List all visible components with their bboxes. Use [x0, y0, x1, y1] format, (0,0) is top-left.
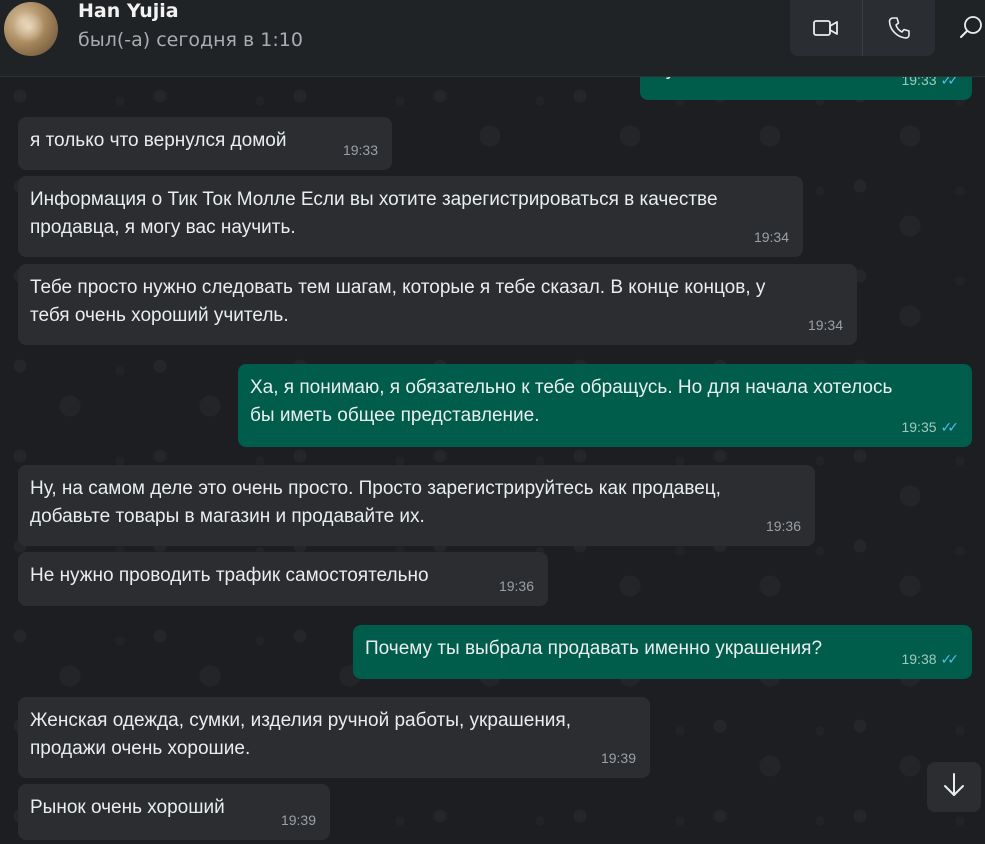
- phone-icon: [888, 16, 910, 40]
- message-bubble-outgoing[interactable]: Ха, я понимаю, я обязательно к тебе обра…: [238, 364, 972, 447]
- message-text: я только что вернулся домой: [30, 130, 287, 151]
- chat-header: Han Yujia был(-а) сегодня в 1:10: [0, 0, 985, 77]
- message-text: Женская одежда, сумки, изделия ручной ра…: [30, 710, 571, 759]
- message-bubble-incoming[interactable]: Рынок очень хороший 19:39: [18, 784, 330, 840]
- message-time: 19:39: [600, 750, 636, 766]
- message-bubble-incoming[interactable]: Информация о Тик Ток Молле Если вы хотит…: [18, 176, 803, 257]
- message-time: 19:34: [807, 317, 843, 333]
- message-time: 19:36: [765, 518, 801, 534]
- message-text: Тебе просто нужно следовать тем шагам, к…: [30, 277, 766, 326]
- message-text: Не нужно проводить трафик самостоятельно: [30, 565, 429, 586]
- contact-name[interactable]: Han Yujia: [78, 0, 179, 22]
- message-bubble-incoming[interactable]: Ну, на самом деле это очень просто. Прос…: [18, 465, 815, 546]
- video-call-button[interactable]: [790, 0, 862, 56]
- message-bubble-incoming[interactable]: Женская одежда, сумки, изделия ручной ра…: [18, 697, 650, 778]
- scroll-to-bottom-button[interactable]: [927, 762, 981, 812]
- double-check-icon: ✓✓: [940, 419, 960, 435]
- message-bubble-outgoing[interactable]: Почему ты выбрала продавать именно украш…: [353, 625, 972, 679]
- message-time: 19:33: [342, 142, 378, 158]
- search-icon: [952, 16, 985, 50]
- message-meta: 19:33: [343, 136, 378, 164]
- message-meta: 19:39: [601, 744, 636, 772]
- message-time: 19:34: [753, 229, 789, 245]
- message-time: 19:39: [280, 812, 316, 828]
- message-meta: 19:34: [808, 311, 843, 339]
- double-check-icon: ✓✓: [940, 651, 960, 667]
- message-meta: 19:36: [766, 512, 801, 540]
- message-meta: 19:34: [754, 223, 789, 251]
- message-meta: 19:35 ✓✓: [901, 413, 960, 441]
- message-bubble-incoming[interactable]: я только что вернулся домой 19:33: [18, 117, 392, 170]
- message-bubble-incoming[interactable]: Не нужно проводить трафик самостоятельно…: [18, 552, 548, 606]
- message-time: 19:38: [901, 651, 937, 667]
- message-text: Рынок очень хороший: [30, 797, 225, 818]
- message-time: 19:35: [901, 419, 937, 435]
- message-meta: 19:38 ✓✓: [901, 645, 960, 673]
- voice-call-button[interactable]: [862, 0, 935, 56]
- avatar[interactable]: [4, 2, 58, 56]
- message-bubble-incoming[interactable]: Тебе просто нужно следовать тем шагам, к…: [18, 264, 857, 345]
- video-camera-icon: [813, 18, 839, 38]
- message-text: Ну, на самом деле это очень просто. Прос…: [30, 478, 721, 527]
- message-time: 19:36: [498, 578, 534, 594]
- arrow-down-icon: [941, 771, 967, 803]
- search-button[interactable]: [952, 10, 985, 46]
- message-meta: 19:39: [281, 806, 316, 834]
- contact-status: был(-а) сегодня в 1:10: [78, 29, 303, 51]
- message-meta: 19:36: [499, 572, 534, 600]
- message-text: Почему ты выбрала продавать именно украш…: [365, 638, 823, 659]
- message-text: Информация о Тик Ток Молле Если вы хотит…: [30, 189, 718, 238]
- message-text: Ха, я понимаю, я обязательно к тебе обра…: [250, 377, 893, 426]
